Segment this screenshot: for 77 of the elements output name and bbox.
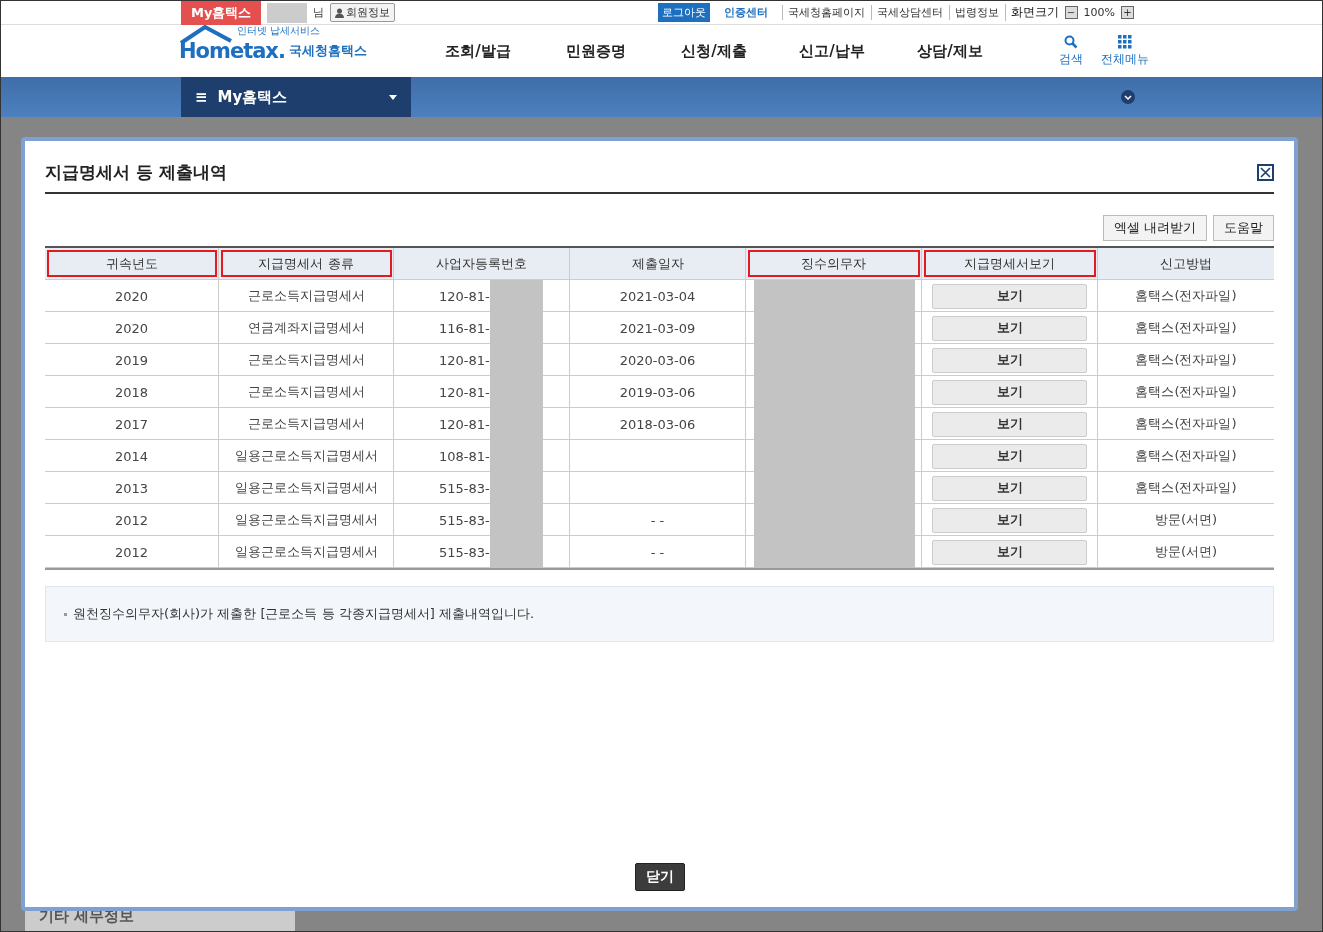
table-cell: 2018-03-06 bbox=[619, 416, 696, 432]
column-header: 신고방법 bbox=[1159, 254, 1213, 273]
table-cell: 2021-03-04 bbox=[619, 288, 696, 304]
chevron-down-icon[interactable] bbox=[1121, 90, 1135, 104]
table-cell: 2012 bbox=[45, 536, 219, 568]
table-cell-text: 방문(서면) bbox=[1153, 511, 1219, 529]
breadcrumb-menu[interactable]: ≡ My홈택스 bbox=[181, 77, 411, 117]
redaction-block bbox=[267, 2, 308, 23]
person-icon bbox=[335, 7, 345, 18]
column-header: 제출일자 bbox=[570, 248, 746, 279]
logo-tagline: 인터넷 납세서비스 bbox=[237, 25, 321, 36]
table-cell-text: 홈택스(전자파일) bbox=[1134, 287, 1238, 305]
my-hometax-tab[interactable]: My홈택스 bbox=[181, 1, 262, 25]
table-cell: - - bbox=[650, 512, 665, 528]
view-button[interactable]: 보기 bbox=[932, 475, 1087, 501]
view-button[interactable]: 보기 bbox=[932, 315, 1087, 341]
close-button[interactable]: 닫기 bbox=[634, 863, 685, 891]
table-cell: 120-81- bbox=[439, 416, 490, 432]
all-menu-link[interactable]: 전체메뉴 bbox=[1101, 50, 1149, 68]
top-link[interactable]: 국세상담센터 bbox=[870, 5, 943, 20]
table-cell-text: 홈택스(전자파일) bbox=[1134, 319, 1238, 337]
logout-button[interactable]: 로그아웃 bbox=[657, 3, 710, 22]
view-button[interactable]: 보기 bbox=[932, 283, 1087, 309]
nav-item[interactable]: 신고/납부 bbox=[773, 41, 891, 61]
table-cell-text: 홈택스(전자파일) bbox=[1134, 447, 1238, 465]
table-cell: 120-81- bbox=[439, 384, 490, 400]
user-suffix: 님 bbox=[313, 5, 325, 20]
screen-size-label: 화면크기 bbox=[1004, 4, 1059, 21]
dialog-title: 지급명세서 등 제출내역 bbox=[45, 161, 227, 184]
nav-item[interactable]: 신청/제출 bbox=[655, 41, 773, 61]
nav-item[interactable]: 조회/발급 bbox=[419, 41, 537, 61]
view-button[interactable]: 보기 bbox=[932, 379, 1087, 405]
table-cell: 515-83- bbox=[439, 544, 490, 560]
zoom-value: 100% bbox=[1083, 6, 1115, 19]
top-link[interactable]: 국세청홈페이지 bbox=[781, 5, 865, 20]
toolbar-button[interactable]: 엑셀 내려받기 bbox=[1102, 215, 1207, 241]
toolbar-button[interactable]: 도움말 bbox=[1213, 215, 1274, 241]
table-cell: 120-81- bbox=[439, 288, 490, 304]
view-button[interactable]: 보기 bbox=[932, 539, 1087, 565]
column-header: 사업자등록번호 bbox=[394, 248, 570, 279]
search-link[interactable]: 검색 bbox=[1059, 50, 1083, 68]
member-info-button[interactable]: 회원정보 bbox=[330, 3, 396, 22]
column-header: 지급명세서 종류 bbox=[219, 248, 394, 279]
logo-text: Hometax. bbox=[179, 39, 285, 63]
nav-item[interactable]: 민원증명 bbox=[537, 41, 655, 61]
table-cell: 120-81- bbox=[439, 352, 490, 368]
view-button[interactable]: 보기 bbox=[932, 347, 1087, 373]
table-cell: 515-83- bbox=[439, 480, 490, 496]
table-cell-text: 홈택스(전자파일) bbox=[1134, 383, 1238, 401]
table-cell: 515-83- bbox=[439, 512, 490, 528]
zoom-out-button[interactable]: − bbox=[1064, 6, 1078, 19]
table-cell: 2019-03-06 bbox=[619, 384, 696, 400]
column-header: 징수의무자 bbox=[746, 248, 922, 279]
view-button[interactable]: 보기 bbox=[932, 411, 1087, 437]
column-header: 귀속년도 bbox=[45, 248, 219, 279]
note-text: 원천징수의무자(회사)가 제출한 [근로소득 등 각종지급명세서] 제출내역입니다. bbox=[73, 605, 535, 623]
view-button[interactable]: 보기 bbox=[932, 443, 1087, 469]
table-cell: 2021-03-09 bbox=[619, 320, 696, 336]
nav-item[interactable]: 상담/제보 bbox=[891, 41, 1009, 61]
table-cell: 2020-03-06 bbox=[619, 352, 696, 368]
search-icon bbox=[1064, 34, 1078, 49]
zoom-in-button[interactable]: + bbox=[1121, 6, 1134, 19]
view-button[interactable]: 보기 bbox=[932, 507, 1087, 533]
cert-center-link[interactable]: 인증센터 bbox=[723, 5, 768, 20]
table-cell: 116-81- bbox=[439, 320, 490, 336]
logo-subtitle: 국세청홈택스 bbox=[288, 42, 367, 60]
table-cell-text: 홈택스(전자파일) bbox=[1134, 479, 1238, 497]
table-cell-text: 홈택스(전자파일) bbox=[1134, 415, 1238, 433]
table-cell: - - bbox=[650, 544, 665, 560]
table-cell-text: 방문(서면) bbox=[1153, 543, 1219, 561]
column-header: 지급명세서보기 bbox=[922, 248, 1098, 279]
top-link[interactable]: 법령정보 bbox=[948, 5, 999, 20]
grid-menu-icon bbox=[1118, 34, 1132, 49]
table-cell: 108-81- bbox=[439, 448, 490, 464]
table-cell: 일용근로소득지급명세서 bbox=[219, 536, 394, 568]
close-icon[interactable] bbox=[1257, 164, 1274, 181]
table-cell-text: 홈택스(전자파일) bbox=[1134, 351, 1238, 369]
